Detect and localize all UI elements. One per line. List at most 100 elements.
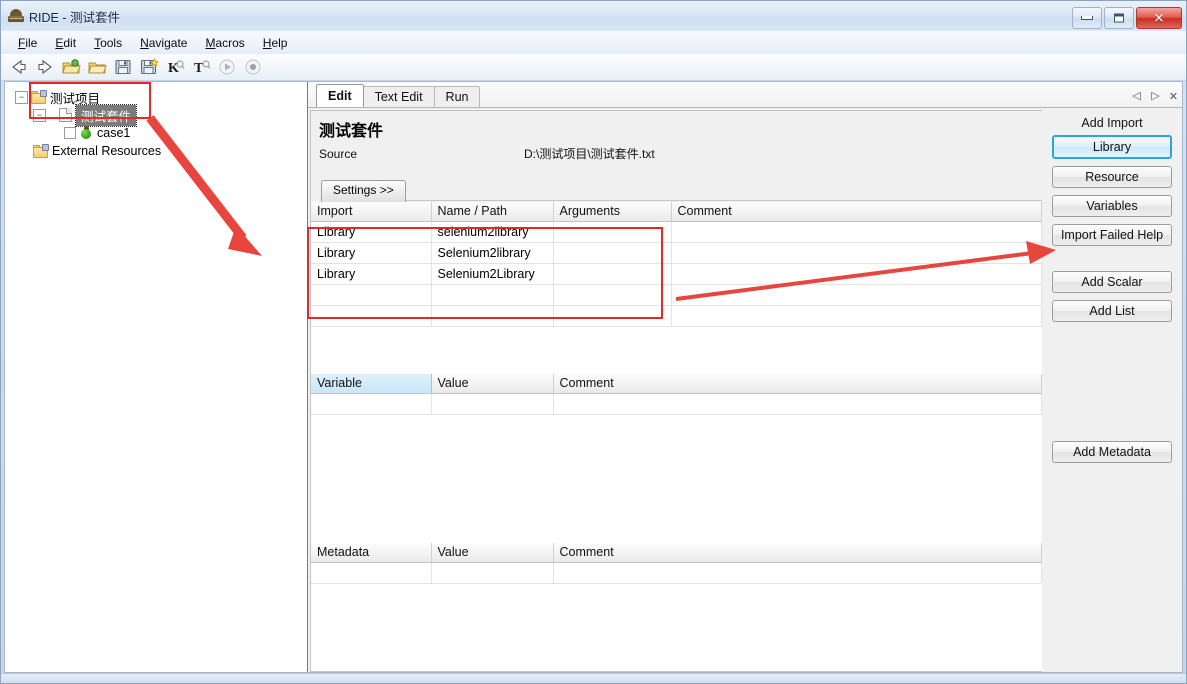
- variables-header-row: Variable Value Comment: [311, 374, 1042, 394]
- imports-variables-spacer: [311, 352, 1042, 374]
- table-row[interactable]: [311, 562, 1042, 584]
- import-type-cell[interactable]: Library: [311, 263, 432, 285]
- variable-comment-cell[interactable]: [553, 393, 1042, 415]
- imports-section: Import Name / Path Arguments Comment Lib…: [311, 202, 1042, 352]
- import-comment-cell[interactable]: [671, 221, 1042, 243]
- variables-col-value[interactable]: Value: [431, 374, 554, 394]
- menu-navigate[interactable]: Navigate: [131, 33, 196, 53]
- open-directory-icon[interactable]: [87, 57, 107, 77]
- menu-macros[interactable]: Macros: [196, 33, 253, 53]
- menu-bar: File Edit Tools Navigate Macros Help: [1, 31, 1186, 55]
- run-icon[interactable]: [217, 57, 237, 77]
- variables-col-variable[interactable]: Variable: [311, 374, 432, 394]
- import-comment-cell[interactable]: [671, 263, 1042, 285]
- import-comment-cell[interactable]: [671, 284, 1042, 306]
- import-type-cell[interactable]: Library: [311, 242, 432, 264]
- editor-tab-bar: Edit Text Edit Run ◁ ▷ ✕: [308, 82, 1182, 108]
- expander-suite[interactable]: −: [33, 108, 46, 122]
- save-all-icon[interactable]: [139, 57, 159, 77]
- menu-file[interactable]: File: [9, 33, 46, 53]
- tree-node-project[interactable]: − 测试项目: [9, 88, 307, 106]
- minimize-button[interactable]: [1072, 7, 1102, 29]
- title-bar: RIDE - 测试套件 ✕: [1, 1, 1186, 31]
- import-type-cell[interactable]: [311, 305, 432, 327]
- import-comment-cell[interactable]: [671, 305, 1042, 327]
- import-type-cell[interactable]: [311, 284, 432, 306]
- back-arrow-icon[interactable]: [9, 57, 29, 77]
- tree-node-external-resources[interactable]: External Resources: [9, 142, 307, 160]
- tree-node-case1[interactable]: case1: [9, 124, 307, 142]
- tab-run[interactable]: Run: [433, 86, 481, 107]
- variables-grid[interactable]: Variable Value Comment: [311, 374, 1042, 543]
- test-case-checkbox[interactable]: [64, 127, 76, 139]
- menu-tools[interactable]: Tools: [85, 33, 131, 53]
- table-row[interactable]: [311, 284, 1042, 306]
- metadata-col-metadata[interactable]: Metadata: [311, 543, 432, 563]
- save-icon[interactable]: [113, 57, 133, 77]
- editor-panel: Edit Text Edit Run ◁ ▷ ✕ 测试套件 Source D:\…: [308, 82, 1182, 672]
- imports-col-arguments[interactable]: Arguments: [553, 202, 672, 222]
- add-resource-button[interactable]: Resource: [1052, 166, 1172, 188]
- import-args-cell[interactable]: [553, 284, 672, 306]
- table-row[interactable]: [311, 393, 1042, 415]
- import-args-cell[interactable]: [553, 305, 672, 327]
- menu-edit[interactable]: Edit: [46, 33, 85, 53]
- suite-header: 测试套件 Source D:\测试项目\测试套件.txt Settings >>: [311, 111, 1042, 202]
- menu-file-rest: ile: [25, 35, 38, 50]
- import-name-cell[interactable]: [431, 284, 554, 306]
- metadata-comment-cell[interactable]: [553, 562, 1042, 584]
- table-row[interactable]: Library Selenium2Library: [311, 263, 1042, 285]
- add-library-button[interactable]: Library: [1052, 135, 1172, 159]
- variables-section: Variable Value Comment: [311, 374, 1042, 543]
- settings-toggle-button[interactable]: Settings >>: [321, 180, 406, 202]
- add-metadata-button[interactable]: Add Metadata: [1052, 441, 1172, 463]
- search-test-icon[interactable]: T: [191, 57, 211, 77]
- close-tab-button[interactable]: ✕: [1165, 87, 1182, 105]
- table-row[interactable]: Library Selenium2library: [311, 242, 1042, 264]
- maximize-button[interactable]: [1104, 7, 1134, 29]
- metadata-col-value[interactable]: Value: [431, 543, 554, 563]
- imports-col-name-path[interactable]: Name / Path: [431, 202, 554, 222]
- import-name-cell[interactable]: selenium2library: [431, 221, 554, 243]
- next-tab-button[interactable]: ▷: [1146, 85, 1165, 105]
- import-args-cell[interactable]: [553, 242, 672, 264]
- tab-text-edit[interactable]: Text Edit: [362, 86, 435, 107]
- prev-tab-button[interactable]: ◁: [1127, 85, 1146, 105]
- menu-help[interactable]: Help: [254, 33, 297, 53]
- metadata-grid[interactable]: Metadata Value Comment: [311, 543, 1042, 671]
- tree-node-suite[interactable]: − 测试套件: [9, 103, 307, 127]
- project-tree: − 测试项目 − 测试套件 case1 External Resources: [5, 82, 307, 160]
- import-failed-help-button[interactable]: Import Failed Help: [1052, 224, 1172, 246]
- stop-icon[interactable]: [243, 57, 263, 77]
- import-args-cell[interactable]: [553, 221, 672, 243]
- import-name-cell[interactable]: [431, 305, 554, 327]
- import-name-cell[interactable]: Selenium2library: [431, 242, 554, 264]
- imports-col-comment[interactable]: Comment: [671, 202, 1042, 222]
- variables-col-comment[interactable]: Comment: [553, 374, 1042, 394]
- tab-edit[interactable]: Edit: [316, 84, 364, 107]
- table-row[interactable]: [311, 305, 1042, 327]
- import-comment-cell[interactable]: [671, 242, 1042, 264]
- forward-arrow-icon[interactable]: [35, 57, 55, 77]
- imports-grid[interactable]: Import Name / Path Arguments Comment Lib…: [311, 202, 1042, 352]
- open-folder-icon[interactable]: [61, 57, 81, 77]
- expander-project[interactable]: −: [15, 90, 28, 104]
- project-folder-icon: [31, 89, 47, 104]
- add-variables-button[interactable]: Variables: [1052, 195, 1172, 217]
- imports-col-import[interactable]: Import: [311, 202, 432, 222]
- search-keyword-icon[interactable]: K: [165, 57, 185, 77]
- close-window-button[interactable]: ✕: [1136, 7, 1182, 29]
- metadata-col-comment[interactable]: Comment: [553, 543, 1042, 563]
- add-scalar-button[interactable]: Add Scalar: [1052, 271, 1172, 293]
- table-row[interactable]: Library selenium2library: [311, 221, 1042, 243]
- import-type-cell[interactable]: Library: [311, 221, 432, 243]
- add-import-label: Add Import: [1081, 116, 1143, 130]
- import-name-cell[interactable]: Selenium2Library: [431, 263, 554, 285]
- variable-name-cell[interactable]: [311, 393, 432, 415]
- import-args-cell[interactable]: [553, 263, 672, 285]
- editor-body: 测试套件 Source D:\测试项目\测试套件.txt Settings >>: [308, 108, 1182, 672]
- variable-value-cell[interactable]: [431, 393, 554, 415]
- metadata-value-cell[interactable]: [431, 562, 554, 584]
- add-list-button[interactable]: Add List: [1052, 300, 1172, 322]
- metadata-name-cell[interactable]: [311, 562, 432, 584]
